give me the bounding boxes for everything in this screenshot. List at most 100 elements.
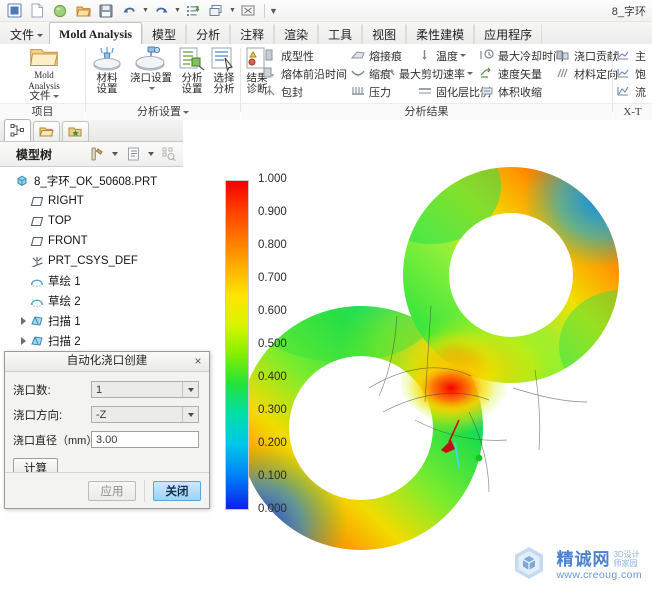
result-moldability[interactable]: 成型性 — [263, 47, 314, 64]
open-model-sphere-icon[interactable] — [49, 0, 71, 21]
ribbon-group-extra-title: X-T — [613, 103, 652, 120]
result-extra-1[interactable]: 主 — [617, 47, 646, 64]
result-weld-line[interactable]: 熔接痕 — [350, 47, 402, 64]
material-settings-button[interactable]: 材料 设置 — [88, 46, 126, 102]
mold-flow-model[interactable] — [183, 120, 652, 600]
result-temperature[interactable]: 温度 — [418, 47, 466, 64]
tab-mold-analysis[interactable]: Mold Analysis — [49, 22, 143, 44]
result-extra-3[interactable]: 流 — [617, 83, 646, 100]
result-gate-contribution[interactable]: 浇口贡献 — [556, 47, 618, 64]
bar-icon — [263, 49, 278, 63]
tab-annotation[interactable]: 注释 — [230, 24, 275, 44]
tree-item-part-root[interactable]: 8_字环_OK_50608.PRT — [0, 171, 183, 191]
select-analysis-button[interactable]: 选择 分析 — [208, 46, 240, 102]
tab-model[interactable]: 模型 — [142, 24, 187, 44]
tab-tools[interactable]: 工具 — [318, 24, 363, 44]
tree-filter-icon[interactable] — [88, 146, 106, 163]
undo-dropdown-caret[interactable]: ▼ — [141, 7, 150, 14]
result-air-trap[interactable]: 包封 — [263, 83, 303, 100]
tree-item-sketch-2[interactable]: 草绘 2 — [0, 291, 183, 311]
undo-icon[interactable] — [118, 0, 140, 21]
gate-settings-button[interactable]: 浇口设置 — [126, 46, 176, 102]
ribbon-group-analysis-results: 结果 诊断 成型性 熔体前沿时间 包封 熔接痕 缩痕 压力 温度 最大剪切速率 … — [241, 44, 618, 120]
result-extra-2[interactable]: 饱 — [617, 65, 646, 82]
gate-diameter-label: 浇口直径（mm）: — [13, 434, 101, 447]
document-title: 8_字环 — [611, 6, 646, 18]
dialog-close-icon[interactable]: × — [191, 354, 205, 368]
folder-open-icon[interactable] — [72, 0, 94, 21]
panel-tab-folder-browser[interactable] — [33, 121, 60, 141]
tab-view[interactable]: 视图 — [362, 24, 407, 44]
tree-search-icon[interactable] — [160, 146, 178, 163]
mold-analysis-file-caret[interactable] — [52, 94, 59, 98]
tree-item-sketch-1[interactable]: 草绘 1 — [0, 271, 183, 291]
tree-item-sweep-1[interactable]: 扫描 1 — [0, 311, 183, 331]
regenerate-icon[interactable] — [182, 0, 204, 21]
gatecontrib-icon — [556, 49, 571, 63]
navigator-tab-strip — [0, 119, 183, 142]
tab-flexible-modeling[interactable]: 柔性建模 — [406, 24, 475, 44]
gate-diameter-input[interactable]: 3.00 — [91, 431, 199, 448]
gate-settings-caret[interactable] — [149, 87, 155, 91]
window-dropdown-caret[interactable]: ▼ — [228, 7, 237, 14]
tab-file[interactable]: 文件 — [0, 24, 49, 44]
tree-item-right-label: RIGHT — [48, 195, 84, 207]
result-max-shear-rate[interactable]: 最大剪切速率 — [381, 65, 473, 82]
result-max-cooling-time-label: 最大冷却时间 — [498, 50, 564, 63]
sinkmark-icon — [351, 67, 366, 81]
close-button[interactable]: 关闭 — [153, 480, 201, 501]
tree-settings-caret[interactable] — [142, 146, 160, 163]
tab-analysis[interactable]: 分析 — [186, 24, 231, 44]
legend-tick-5: 0.500 — [258, 338, 287, 350]
redo-dropdown-caret[interactable]: ▼ — [173, 7, 182, 14]
gate-settings-caret-row[interactable] — [147, 84, 155, 95]
tab-render[interactable]: 渲染 — [274, 24, 319, 44]
legend-tick-labels: 1.000 0.900 0.800 0.700 0.600 0.500 0.400 0.300… — [258, 173, 318, 516]
window-manager-icon[interactable] — [205, 0, 227, 21]
tree-item-csys[interactable]: x PRT_CSYS_DEF — [0, 251, 183, 271]
analysis-settings-label-2: 设置 — [181, 82, 203, 95]
save-icon[interactable] — [95, 0, 117, 21]
gate-direction-caret[interactable] — [182, 407, 198, 422]
panel-tab-model-tree[interactable] — [4, 119, 31, 141]
result-max-shear-rate-caret[interactable] — [467, 72, 473, 75]
analysis-settings-button[interactable]: 分析 设置 — [176, 46, 208, 102]
tree-expand-icon[interactable] — [18, 316, 29, 327]
new-file-icon[interactable] — [26, 0, 48, 21]
mold-analysis-file-button[interactable]: Mold Analysis 文件 — [18, 46, 70, 102]
toolbar-divider — [264, 3, 265, 18]
result-max-cooling-time[interactable]: 最大冷却时间 — [480, 47, 564, 64]
redo-icon[interactable] — [150, 0, 172, 21]
result-velocity-vector-label: 速度矢量 — [498, 68, 542, 81]
app-window-icon[interactable] — [3, 0, 25, 21]
analysis-settings-group-caret[interactable] — [183, 110, 189, 114]
tree-item-top[interactable]: TOP — [0, 211, 183, 231]
tree-item-front[interactable]: FRONT — [0, 231, 183, 251]
result-pressure[interactable]: 压力 — [351, 83, 391, 100]
plane-icon — [29, 214, 45, 228]
result-melt-front-time[interactable]: 熔体前沿时间 — [263, 65, 347, 82]
gate-count-caret[interactable] — [182, 382, 198, 397]
tree-filter-caret[interactable] — [106, 146, 124, 163]
tree-item-sweep-2[interactable]: 扫描 2 — [0, 331, 183, 351]
toolbar-overflow-caret[interactable]: ▼ — [269, 6, 278, 16]
panel-tab-favorites[interactable] — [62, 121, 89, 141]
apply-button[interactable]: 应用 — [88, 480, 136, 501]
result-volume-shrink[interactable]: 体积收缩 — [480, 83, 542, 100]
gate-count-combo[interactable]: 1 — [91, 381, 199, 398]
tree-expand-icon[interactable] — [18, 336, 29, 347]
gate-count-row: 浇口数: 1 — [13, 381, 201, 398]
sketch-icon — [29, 294, 45, 308]
tree-item-right[interactable]: RIGHT — [0, 191, 183, 211]
tab-applications[interactable]: 应用程序 — [474, 24, 543, 44]
ribbon-group-analysis-settings-title[interactable]: 分析设置 — [86, 103, 240, 120]
close-window-icon[interactable] — [237, 0, 259, 21]
result-temperature-caret[interactable] — [460, 54, 466, 57]
result-material-orientation[interactable]: 材料定向 — [556, 65, 618, 82]
gate-direction-combo[interactable]: -Z — [91, 406, 199, 423]
mold-analysis-file-label-1: Mold Analysis — [28, 70, 60, 91]
gate-settings-label: 浇口设置 — [130, 72, 172, 84]
tree-settings-icon[interactable] — [124, 146, 142, 163]
result-velocity-vector[interactable]: 速度矢量 — [480, 65, 542, 82]
graphics-window[interactable]: 1.000 0.900 0.800 0.700 0.600 0.500 0.400 0.300… — [183, 120, 652, 600]
